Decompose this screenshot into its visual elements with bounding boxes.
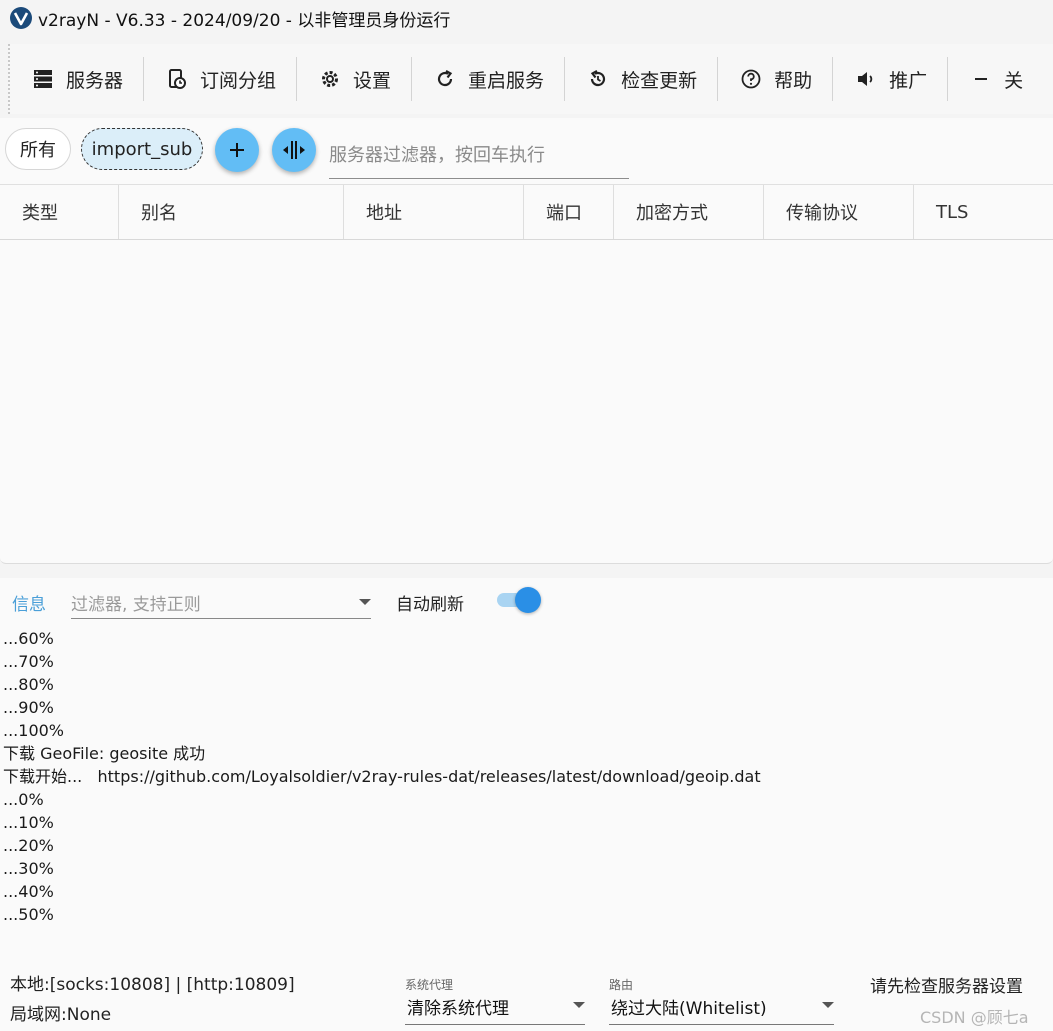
gear-icon xyxy=(319,68,341,90)
title-bar: v2rayN - V6.33 - 2024/09/20 - 以非管理员身份运行 xyxy=(0,0,1053,36)
log-line: ...10% xyxy=(3,813,54,832)
close-button[interactable]: 关 xyxy=(948,57,1043,101)
restart-service-button[interactable]: 重启服务 xyxy=(412,57,566,101)
server-icon xyxy=(32,68,54,90)
column-port[interactable]: 端口 xyxy=(524,185,614,239)
help-label: 帮助 xyxy=(774,69,813,92)
group-chip-import-sub[interactable]: import_sub xyxy=(81,128,203,170)
toggle-knob xyxy=(515,587,541,613)
chevron-down-icon xyxy=(573,1002,585,1008)
grid-header: 类型 别名 地址 端口 加密方式 传输协议 TLS xyxy=(0,185,1053,240)
log-line: ...30% xyxy=(3,859,54,878)
settings-label: 设置 xyxy=(353,69,392,92)
filter-bar: 所有 import_sub xyxy=(0,118,1053,184)
chevron-down-icon xyxy=(822,1002,834,1008)
column-encryption[interactable]: 加密方式 xyxy=(614,185,764,239)
speaker-icon xyxy=(855,68,877,90)
server-grid: 类型 别名 地址 端口 加密方式 传输协议 TLS xyxy=(0,184,1053,564)
auto-refresh-toggle[interactable] xyxy=(497,587,543,613)
column-tls[interactable]: TLS xyxy=(914,185,1053,239)
local-ports-text: 本地:[socks:10808] | [http:10809] xyxy=(10,975,295,995)
grid-body[interactable] xyxy=(0,240,1053,562)
servers-label: 服务器 xyxy=(66,69,124,92)
log-line: ...20% xyxy=(3,836,54,855)
log-line: ...100% xyxy=(3,721,64,740)
column-address[interactable]: 地址 xyxy=(344,185,524,239)
help-button[interactable]: 帮助 xyxy=(718,57,834,101)
subscription-group-button[interactable]: 订阅分组 xyxy=(144,57,298,101)
help-icon xyxy=(740,68,762,90)
routing-select[interactable]: 路由 绕过大陆(Whitelist) xyxy=(609,974,834,1025)
watermark: CSDN @顾七a xyxy=(920,1008,1029,1027)
group-chip-all[interactable]: 所有 xyxy=(5,128,71,170)
log-line: ...60% xyxy=(3,629,54,648)
log-filter-placeholder: 过滤器, 支持正则 xyxy=(71,594,201,615)
system-proxy-label: 系统代理 xyxy=(405,978,454,992)
check-update-label: 检查更新 xyxy=(621,69,698,92)
subscription-icon xyxy=(166,68,188,90)
split-arrows-icon xyxy=(283,141,305,159)
log-output[interactable]: ...60% ...70% ...80% ...90% ...100% 下载 G… xyxy=(0,622,1053,962)
minus-icon xyxy=(970,68,992,90)
restart-service-label: 重启服务 xyxy=(468,69,545,92)
log-line: 下载 GeoFile: geosite 成功 xyxy=(3,744,206,763)
settings-button[interactable]: 设置 xyxy=(297,57,413,101)
log-line: ...70% xyxy=(3,652,54,671)
restart-icon xyxy=(434,68,456,90)
column-transport[interactable]: 传输协议 xyxy=(764,185,914,239)
system-proxy-value: 清除系统代理 xyxy=(407,999,509,1019)
close-label: 关 xyxy=(1004,69,1024,92)
chevron-down-icon xyxy=(359,599,371,605)
status-message: 请先检查服务器设置 xyxy=(870,977,1023,997)
status-bar: 本地:[socks:10808] | [http:10809] 局域网:None… xyxy=(0,962,1053,1031)
log-line: ...50% xyxy=(3,905,54,924)
promotion-button[interactable]: 推广 xyxy=(833,57,949,101)
add-group-button[interactable] xyxy=(215,128,259,172)
log-line: ...40% xyxy=(3,882,54,901)
update-icon xyxy=(587,68,609,90)
log-toolbar: 信息 过滤器, 支持正则 自动刷新 xyxy=(0,578,1053,622)
routing-value: 绕过大陆(Whitelist) xyxy=(611,999,767,1019)
system-proxy-select[interactable]: 系统代理 清除系统代理 xyxy=(405,974,585,1025)
split-view-button[interactable] xyxy=(272,128,316,172)
log-filter-combo[interactable]: 过滤器, 支持正则 xyxy=(71,586,371,619)
lan-text: 局域网:None xyxy=(10,1005,112,1025)
auto-refresh-label: 自动刷新 xyxy=(396,595,464,615)
log-line: 下载开始... https://github.com/Loyalsoldier/… xyxy=(3,767,761,786)
servers-button[interactable]: 服务器 xyxy=(10,57,145,101)
app-logo-icon xyxy=(10,7,32,29)
main-toolbar: 服务器 订阅分组 设置 重启服务 检查更新 帮助 推广 关 xyxy=(8,44,1053,114)
column-type[interactable]: 类型 xyxy=(0,185,119,239)
column-alias[interactable]: 别名 xyxy=(119,185,344,239)
log-line: ...90% xyxy=(3,698,54,717)
plus-icon xyxy=(230,143,244,157)
window-title: v2rayN - V6.33 - 2024/09/20 - 以非管理员身份运行 xyxy=(38,10,451,31)
routing-label: 路由 xyxy=(609,978,634,992)
promotion-label: 推广 xyxy=(889,69,928,92)
check-update-button[interactable]: 检查更新 xyxy=(565,57,719,101)
log-line: ...0% xyxy=(3,790,44,809)
log-line: ...80% xyxy=(3,675,54,694)
subscription-group-label: 订阅分组 xyxy=(200,69,277,92)
log-tab-info[interactable]: 信息 xyxy=(12,590,46,615)
server-filter-input[interactable] xyxy=(329,132,629,179)
